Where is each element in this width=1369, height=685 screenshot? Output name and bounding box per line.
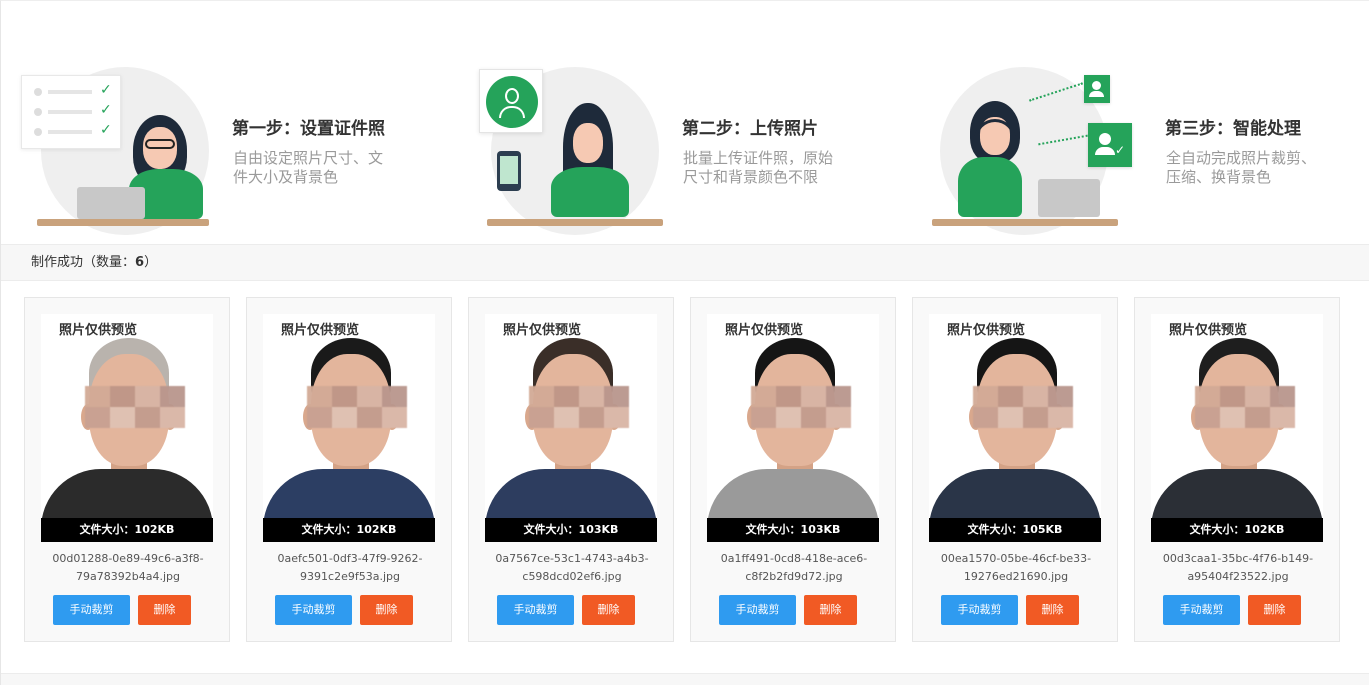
face-mosaic <box>307 386 407 428</box>
result-suffix: ） <box>144 255 158 270</box>
file-name: 0a7567ce-53c1-4743-a4b3- c598dcd02ef6.jpg <box>495 552 649 583</box>
delete-button[interactable]: 删除 <box>582 595 635 625</box>
user-verified-icon: ✓ <box>1088 123 1132 167</box>
photo-card-list: 照片仅供预览 文件大小：102KB 00d01288-0e89-49c6-a3f… <box>1 281 1369 671</box>
result-label: 制作成功（数量： <box>31 255 136 270</box>
file-name: 00d3caa1-35bc-4f76-b149- a95404f23522.jpg <box>1162 552 1314 583</box>
file-size-label: 文件大小：102KB <box>41 518 213 542</box>
id-photo-preview[interactable]: 照片仅供预览 文件大小：103KB <box>707 314 879 542</box>
photo-card: 照片仅供预览 文件大小：103KB 0a1ff491-0cd8-418e-ace… <box>690 297 896 642</box>
id-photo-preview[interactable]: 照片仅供预览 文件大小：102KB <box>1151 314 1323 542</box>
preview-watermark: 照片仅供预览 <box>59 323 138 338</box>
user-icon-small <box>1084 75 1110 103</box>
step-2: 第二步：上传照片 批量上传证件照，原始 尺寸和背景颜色不限 <box>461 1 901 244</box>
id-photo-preview[interactable]: 照片仅供预览 文件大小：105KB <box>929 314 1101 542</box>
step-3-description: 全自动完成照片裁剪、 压缩、换背景色 <box>1166 149 1317 186</box>
step-2-illustration <box>475 61 675 235</box>
photo-card: 照片仅供预览 文件大小：102KB 00d01288-0e89-49c6-a3f… <box>24 297 230 642</box>
page: ✓ ✓ ✓ 第一步：设置证件照 自由设定照片尺寸、文 件大小及背景色 第二步：上… <box>0 0 1369 685</box>
file-size-label: 文件大小：103KB <box>707 518 879 542</box>
preview-watermark: 照片仅供预览 <box>1169 323 1248 338</box>
manual-crop-button[interactable]: 手动裁剪 <box>53 595 130 625</box>
preview-watermark: 照片仅供预览 <box>947 323 1026 338</box>
step-1-description: 自由设定照片尺寸、文 件大小及背景色 <box>233 149 384 186</box>
id-photo-preview[interactable]: 照片仅供预览 文件大小：102KB <box>41 314 213 542</box>
step-1-illustration: ✓ ✓ ✓ <box>21 61 221 235</box>
id-photo-preview[interactable]: 照片仅供预览 文件大小：103KB <box>485 314 657 542</box>
manual-crop-button[interactable]: 手动裁剪 <box>941 595 1018 625</box>
file-size-label: 文件大小：102KB <box>263 518 435 542</box>
file-size-label: 文件大小：103KB <box>485 518 657 542</box>
step-1: ✓ ✓ ✓ 第一步：设置证件照 自由设定照片尺寸、文 件大小及背景色 <box>11 1 451 244</box>
delete-button[interactable]: 删除 <box>1248 595 1301 625</box>
face-mosaic <box>973 386 1073 428</box>
steps-banner: ✓ ✓ ✓ 第一步：设置证件照 自由设定照片尺寸、文 件大小及背景色 第二步：上… <box>1 1 1369 244</box>
manual-crop-button[interactable]: 手动裁剪 <box>275 595 352 625</box>
face-mosaic <box>1195 386 1295 428</box>
step-2-description: 批量上传证件照，原始 尺寸和背景颜色不限 <box>683 149 834 186</box>
face-mosaic <box>85 386 185 428</box>
photo-card: 照片仅供预览 文件大小：103KB 0a7567ce-53c1-4743-a4b… <box>468 297 674 642</box>
file-name: 0a1ff491-0cd8-418e-ace6- c8f2b2fd9d72.jpg <box>720 552 868 583</box>
delete-button[interactable]: 删除 <box>138 595 191 625</box>
file-name: 00d01288-0e89-49c6-a3f8- 79a78392b4a4.jpg <box>52 552 204 583</box>
delete-button[interactable]: 删除 <box>1026 595 1079 625</box>
file-name: 0aefc501-0df3-47f9-9262- 9391c2e9f53a.jpg <box>277 552 423 583</box>
step-3-illustration: ✓ <box>932 61 1132 235</box>
preview-watermark: 照片仅供预览 <box>281 323 360 338</box>
result-count: 6 <box>135 255 145 270</box>
manual-crop-button[interactable]: 手动裁剪 <box>497 595 574 625</box>
phone-icon <box>497 151 521 191</box>
preview-watermark: 照片仅供预览 <box>503 323 582 338</box>
checklist-card: ✓ ✓ ✓ <box>21 75 121 149</box>
check-icon: ✓ <box>100 122 112 138</box>
face-mosaic <box>529 386 629 428</box>
delete-button[interactable]: 删除 <box>360 595 413 625</box>
next-section-bar <box>1 673 1369 685</box>
manual-crop-button[interactable]: 手动裁剪 <box>719 595 796 625</box>
file-name: 00ea1570-05be-46cf-be33- 19276ed21690.jpg <box>940 552 1092 583</box>
file-size-label: 文件大小：105KB <box>929 518 1101 542</box>
step-1-title: 第一步：设置证件照 <box>232 119 385 139</box>
step-3: ✓ 第三步：智能处理 全自动完成照片裁剪、 压缩、换背景色 <box>926 1 1366 244</box>
id-photo-card <box>479 69 543 133</box>
preview-watermark: 照片仅供预览 <box>725 323 804 338</box>
result-summary: 制作成功（数量：6） <box>1 244 1369 281</box>
user-scan-icon <box>486 76 538 128</box>
step-3-title: 第三步：智能处理 <box>1165 119 1301 139</box>
id-photo-preview[interactable]: 照片仅供预览 文件大小：102KB <box>263 314 435 542</box>
check-icon: ✓ <box>100 102 112 118</box>
photo-card: 照片仅供预览 文件大小：105KB 00ea1570-05be-46cf-be3… <box>912 297 1118 642</box>
photo-card: 照片仅供预览 文件大小：102KB 00d3caa1-35bc-4f76-b14… <box>1134 297 1340 642</box>
face-mosaic <box>751 386 851 428</box>
file-size-label: 文件大小：102KB <box>1151 518 1323 542</box>
check-icon: ✓ <box>100 82 112 98</box>
manual-crop-button[interactable]: 手动裁剪 <box>1163 595 1240 625</box>
delete-button[interactable]: 删除 <box>804 595 857 625</box>
step-2-title: 第二步：上传照片 <box>682 119 818 139</box>
photo-card: 照片仅供预览 文件大小：102KB 0aefc501-0df3-47f9-926… <box>246 297 452 642</box>
